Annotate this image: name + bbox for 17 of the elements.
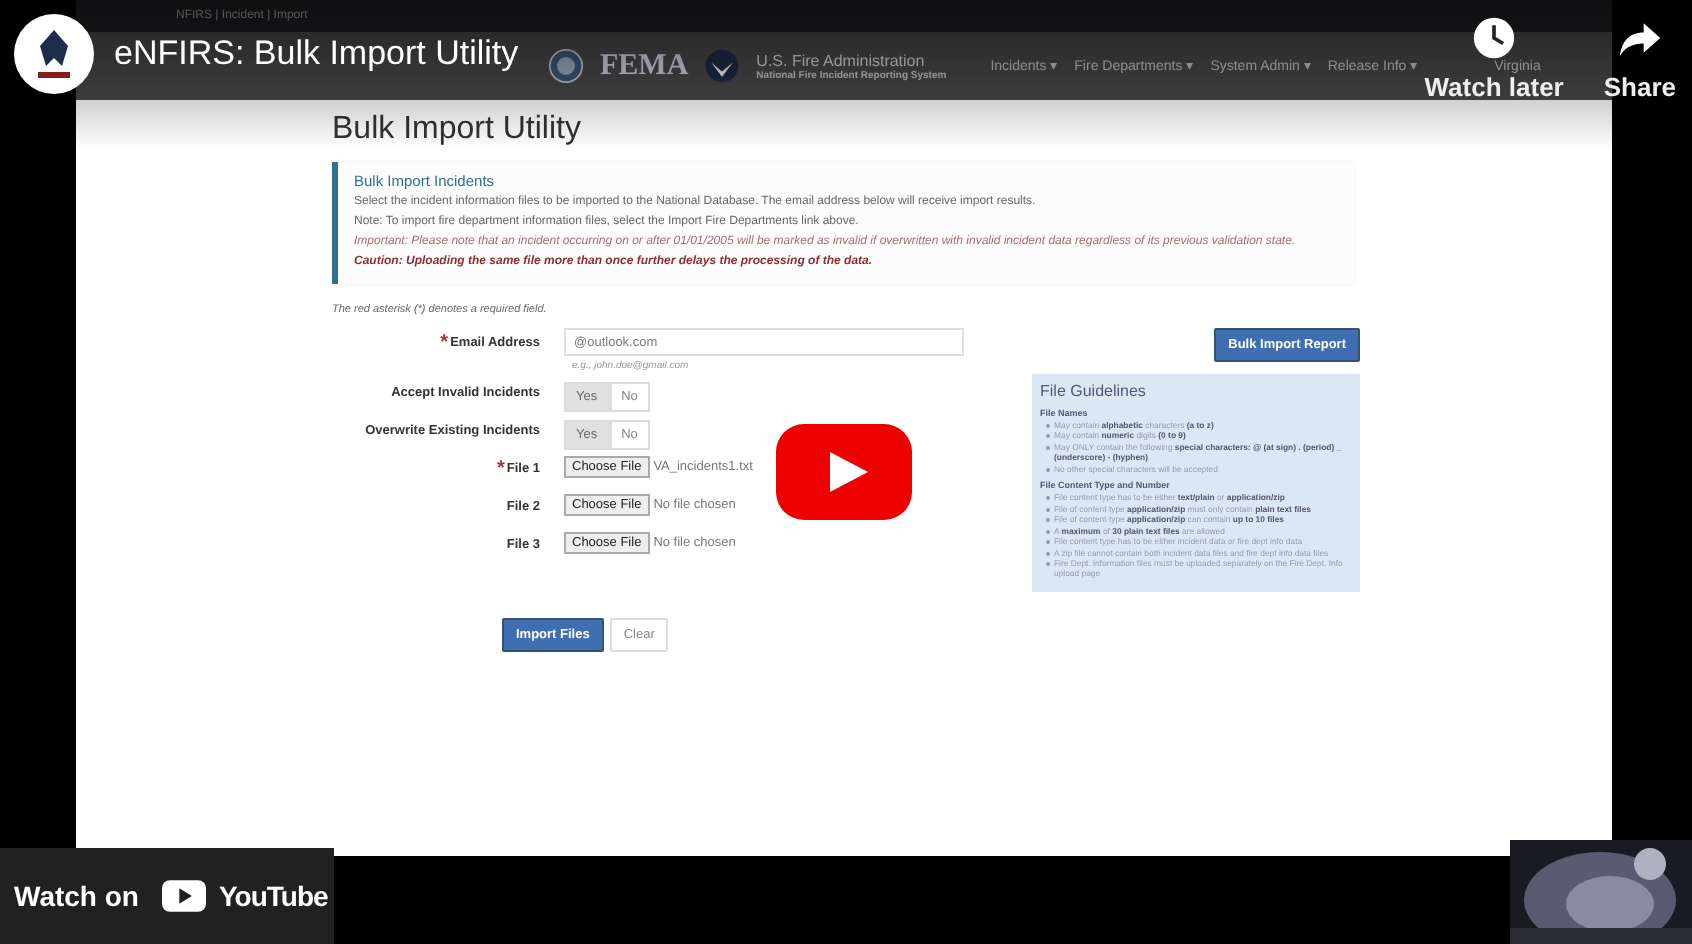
agency-name: FEMA (600, 49, 689, 83)
org-title: U.S. Fire Administration (756, 51, 927, 69)
clock-icon[interactable] (1472, 16, 1517, 60)
required-asterisk: * (496, 463, 505, 475)
watch-later-label[interactable]: Watch later (1424, 72, 1564, 102)
share-label[interactable]: Share (1603, 72, 1676, 102)
channel-avatar-icon[interactable] (14, 14, 94, 94)
guidelines-title: File Guidelines (1040, 382, 1148, 400)
play-icon[interactable] (776, 424, 912, 520)
video-title[interactable]: eNFIRS: Bulk Import Utility (114, 34, 519, 74)
seal-icon (548, 48, 584, 84)
youtube-play-icon (162, 880, 207, 912)
youtube-wordmark: YouTube (218, 880, 328, 912)
watch-on-youtube-button[interactable]: Watch on YouTube (0, 848, 334, 944)
watch-on-label[interactable]: Watch on (14, 880, 139, 912)
page-heading: Bulk Import Utility (332, 112, 583, 148)
required-asterisk: * (440, 337, 449, 349)
